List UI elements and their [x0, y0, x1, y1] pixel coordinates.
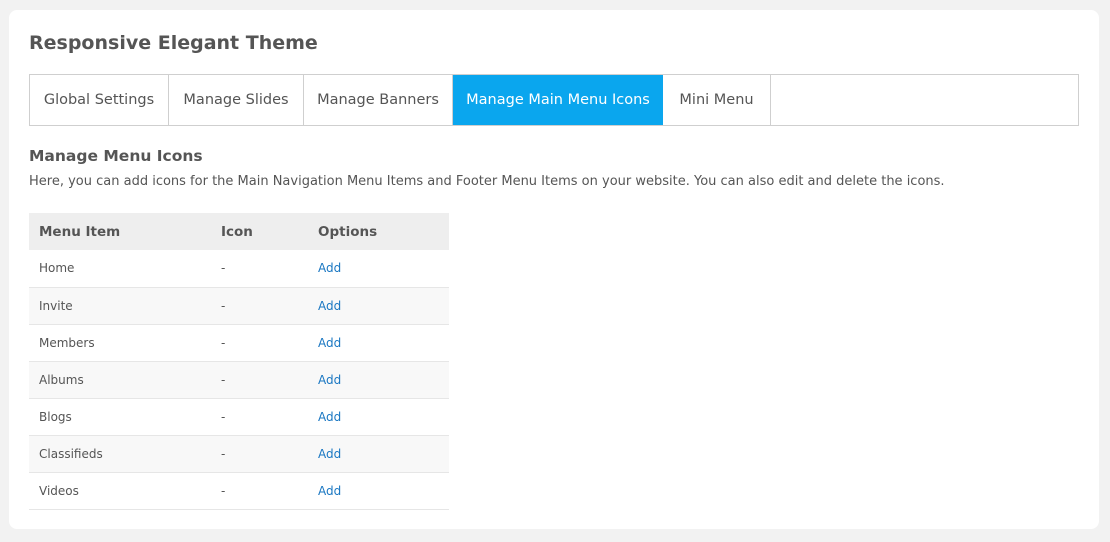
menu-item-name: Members [29, 324, 211, 362]
table-row: Blogs - Add [29, 398, 449, 436]
add-icon-link[interactable]: Add [318, 410, 341, 424]
menu-item-icon: - [211, 250, 308, 288]
section-description: Here, you can add icons for the Main Nav… [29, 174, 945, 189]
menu-item-name: Blogs [29, 398, 211, 436]
table-row: Invite - Add [29, 287, 449, 325]
add-icon-link[interactable]: Add [318, 447, 341, 461]
menu-item-icon: - [211, 398, 308, 436]
tab-bar: Global Settings Manage Slides Manage Ban… [29, 74, 1079, 126]
page-title: Responsive Elegant Theme [29, 32, 318, 54]
add-icon-link[interactable]: Add [318, 336, 341, 350]
menu-item-icon: - [211, 361, 308, 399]
tab-global-settings[interactable]: Global Settings [30, 75, 169, 125]
menu-item-icon: - [211, 287, 308, 325]
table-row: Albums - Add [29, 361, 449, 399]
table-header-row: Menu Item Icon Options [29, 213, 449, 250]
add-icon-link[interactable]: Add [318, 373, 341, 387]
tab-manage-main-menu-icons[interactable]: Manage Main Menu Icons [453, 75, 663, 125]
header-icon: Icon [211, 213, 308, 250]
menu-item-icon: - [211, 324, 308, 362]
table-row: Classifieds - Add [29, 435, 449, 473]
menu-item-name: Albums [29, 361, 211, 399]
table-row: Videos - Add [29, 472, 449, 510]
section-title: Manage Menu Icons [29, 147, 203, 165]
header-options: Options [308, 213, 449, 250]
tab-manage-slides[interactable]: Manage Slides [169, 75, 304, 125]
menu-item-name: Invite [29, 287, 211, 325]
table-row: Members - Add [29, 324, 449, 362]
tab-manage-banners[interactable]: Manage Banners [304, 75, 453, 125]
menu-item-icon: - [211, 472, 308, 510]
tab-mini-menu[interactable]: Mini Menu [663, 75, 771, 125]
menu-item-name: Home [29, 250, 211, 288]
table-row: Home - Add [29, 250, 449, 288]
menu-item-icon: - [211, 435, 308, 473]
add-icon-link[interactable]: Add [318, 299, 341, 313]
menu-item-name: Videos [29, 472, 211, 510]
settings-panel: Responsive Elegant Theme Global Settings… [9, 10, 1099, 529]
menu-icons-table: Menu Item Icon Options Home - Add Invite… [29, 213, 449, 510]
menu-item-name: Classifieds [29, 435, 211, 473]
add-icon-link[interactable]: Add [318, 261, 341, 275]
add-icon-link[interactable]: Add [318, 484, 341, 498]
header-menu-item: Menu Item [29, 213, 211, 250]
